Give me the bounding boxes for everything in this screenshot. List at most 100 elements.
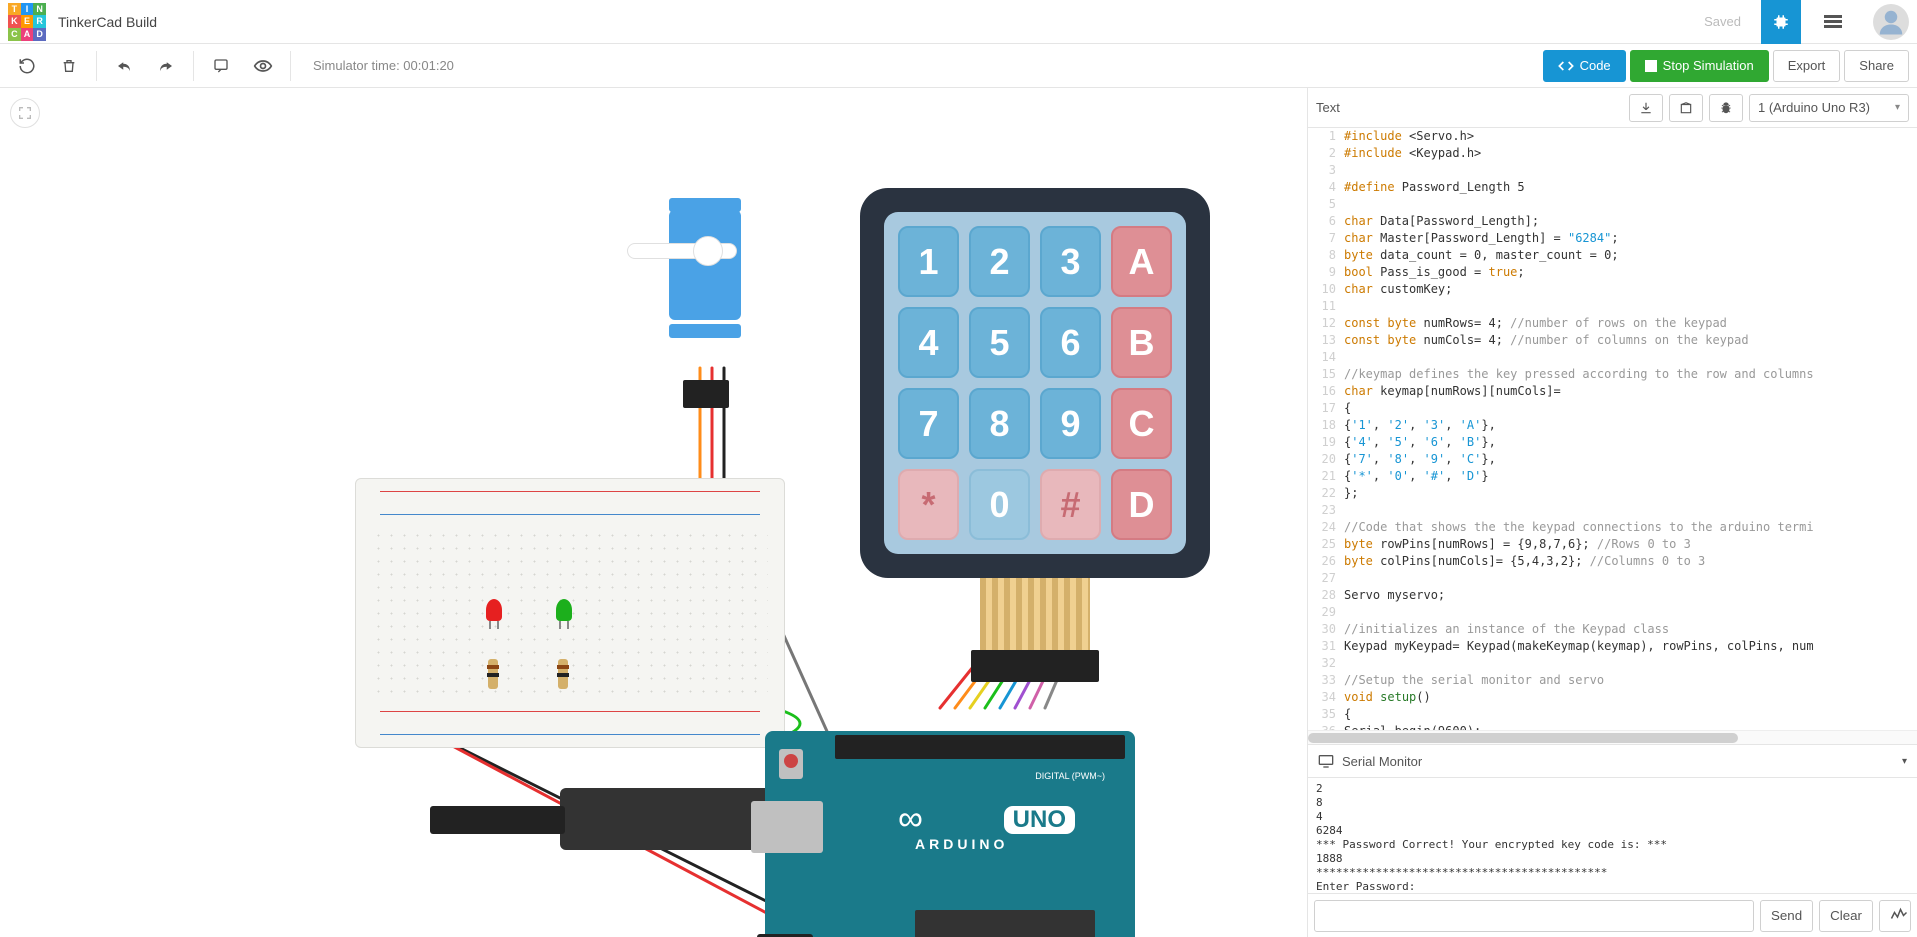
share-button[interactable]: Share xyxy=(1844,50,1909,82)
keypad-key-0[interactable]: 0 xyxy=(969,469,1030,540)
board-select[interactable]: 1 (Arduino Uno R3) xyxy=(1749,94,1909,122)
code-line[interactable]: 32 xyxy=(1308,655,1917,672)
keypad-4x4[interactable]: 123A 456B 789C *0#D xyxy=(860,188,1210,578)
code-line[interactable]: 16char keymap[numRows][numCols]= xyxy=(1308,383,1917,400)
saved-status: Saved xyxy=(1704,14,1741,29)
serial-clear-button[interactable]: Clear xyxy=(1819,900,1873,932)
serial-send-button[interactable]: Send xyxy=(1760,900,1813,932)
redo-icon xyxy=(157,59,175,73)
horizontal-scrollbar[interactable] xyxy=(1308,730,1917,744)
keypad-key-1[interactable]: 1 xyxy=(898,226,959,297)
code-line[interactable]: 2#include <Keypad.h> xyxy=(1308,145,1917,162)
zoom-to-fit-button[interactable] xyxy=(10,98,40,128)
code-line[interactable]: 31Keypad myKeypad= Keypad(makeKeymap(key… xyxy=(1308,638,1917,655)
person-icon xyxy=(1876,7,1906,37)
code-line[interactable]: 18{'1', '2', '3', 'A'}, xyxy=(1308,417,1917,434)
code-line[interactable]: 1#include <Servo.h> xyxy=(1308,128,1917,145)
keypad-key-5[interactable]: 5 xyxy=(969,307,1030,378)
code-line[interactable]: 36Serial.begin(9600); xyxy=(1308,723,1917,730)
code-line[interactable]: 21{'*', '0', '#', 'D'} xyxy=(1308,468,1917,485)
monitor-icon xyxy=(1318,754,1334,768)
code-line[interactable]: 9bool Pass_is_good = true; xyxy=(1308,264,1917,281)
code-line[interactable]: 25byte rowPins[numRows] = {9,8,7,6}; //R… xyxy=(1308,536,1917,553)
libraries-button[interactable] xyxy=(1669,94,1703,122)
keypad-key-#[interactable]: # xyxy=(1040,469,1101,540)
code-line[interactable]: 23 xyxy=(1308,502,1917,519)
code-editor[interactable]: 1#include <Servo.h>2#include <Keypad.h>3… xyxy=(1308,128,1917,730)
code-line[interactable]: 26byte colPins[numCols]= {5,4,3,2}; //Co… xyxy=(1308,553,1917,570)
code-line[interactable]: 13const byte numCols= 4; //number of col… xyxy=(1308,332,1917,349)
code-line[interactable]: 27 xyxy=(1308,570,1917,587)
code-line[interactable]: 19{'4', '5', '6', 'B'}, xyxy=(1308,434,1917,451)
code-line[interactable]: 4#define Password_Length 5 xyxy=(1308,179,1917,196)
code-line[interactable]: 17{ xyxy=(1308,400,1917,417)
keypad-key-2[interactable]: 2 xyxy=(969,226,1030,297)
graph-icon xyxy=(1890,907,1908,921)
keypad-key-9[interactable]: 9 xyxy=(1040,388,1101,459)
keypad-key-*[interactable]: * xyxy=(898,469,959,540)
code-line[interactable]: 22}; xyxy=(1308,485,1917,502)
keypad-key-3[interactable]: 3 xyxy=(1040,226,1101,297)
serial-monitor-header[interactable]: Serial Monitor ▾ xyxy=(1308,744,1917,778)
arduino-uno[interactable]: ∞ UNO ARDUINO DIGITAL (PWM~) POWER ANALO… xyxy=(765,731,1135,937)
project-title[interactable]: TinkerCad Build xyxy=(58,14,1692,30)
servo-connector xyxy=(683,380,729,408)
code-line[interactable]: 29 xyxy=(1308,604,1917,621)
keypad-key-A[interactable]: A xyxy=(1111,226,1172,297)
keypad-key-7[interactable]: 7 xyxy=(898,388,959,459)
redo-button[interactable] xyxy=(147,50,185,82)
microcontroller-chip xyxy=(915,910,1095,937)
reset-button[interactable] xyxy=(779,749,803,779)
code-line[interactable]: 8byte data_count = 0, master_count = 0; xyxy=(1308,247,1917,264)
code-line[interactable]: 24//Code that shows the the keypad conne… xyxy=(1308,519,1917,536)
code-line[interactable]: 5 xyxy=(1308,196,1917,213)
visibility-button[interactable] xyxy=(244,50,282,82)
code-line[interactable]: 34void setup() xyxy=(1308,689,1917,706)
code-line[interactable]: 10char customKey; xyxy=(1308,281,1917,298)
serial-graph-button[interactable] xyxy=(1879,900,1911,932)
servo-motor[interactable] xyxy=(655,188,755,348)
keypad-key-6[interactable]: 6 xyxy=(1040,307,1101,378)
usb-cable[interactable] xyxy=(560,788,780,850)
download-button[interactable] xyxy=(1629,94,1663,122)
code-line[interactable]: 20{'7', '8', '9', 'C'}, xyxy=(1308,451,1917,468)
annotation-button[interactable] xyxy=(202,50,240,82)
keypad-key-4[interactable]: 4 xyxy=(898,307,959,378)
user-avatar[interactable] xyxy=(1873,4,1909,40)
code-line[interactable]: 28Servo myservo; xyxy=(1308,587,1917,604)
code-button[interactable]: Code xyxy=(1543,50,1626,82)
code-line[interactable]: 3 xyxy=(1308,162,1917,179)
resistor-2[interactable] xyxy=(558,659,568,689)
red-led[interactable] xyxy=(486,599,502,621)
export-button[interactable]: Export xyxy=(1773,50,1841,82)
serial-input[interactable] xyxy=(1314,900,1754,932)
keypad-key-B[interactable]: B xyxy=(1111,307,1172,378)
keypad-key-C[interactable]: C xyxy=(1111,388,1172,459)
breadboard[interactable] xyxy=(355,478,785,748)
stop-simulation-button[interactable]: Stop Simulation xyxy=(1630,50,1769,82)
delete-button[interactable] xyxy=(50,50,88,82)
code-line[interactable]: 33//Setup the serial monitor and servo xyxy=(1308,672,1917,689)
keypad-key-D[interactable]: D xyxy=(1111,469,1172,540)
resistor-1[interactable] xyxy=(488,659,498,689)
code-line[interactable]: 12const byte numRows= 4; //number of row… xyxy=(1308,315,1917,332)
code-line[interactable]: 15//keymap defines the key pressed accor… xyxy=(1308,366,1917,383)
green-led[interactable] xyxy=(556,599,572,621)
debugger-button[interactable] xyxy=(1709,94,1743,122)
circuit-canvas[interactable]: 123A 456B 789C *0#D ∞ UNO ARDUINO DIGITAL (… xyxy=(0,88,1307,937)
code-mode-select[interactable]: Text xyxy=(1316,96,1623,119)
app-header: TINKERCAD TinkerCad Build Saved xyxy=(0,0,1917,44)
undo-button[interactable] xyxy=(105,50,143,82)
code-line[interactable]: 7char Master[Password_Length] = "6284"; xyxy=(1308,230,1917,247)
tinkercad-logo[interactable]: TINKERCAD xyxy=(8,3,46,41)
components-panel-button[interactable] xyxy=(1761,0,1801,44)
code-line[interactable]: 6char Data[Password_Length]; xyxy=(1308,213,1917,230)
list-view-button[interactable] xyxy=(1813,0,1853,44)
simulator-time: Simulator time: 00:01:20 xyxy=(313,58,454,73)
rotate-button[interactable] xyxy=(8,50,46,82)
code-line[interactable]: 14 xyxy=(1308,349,1917,366)
keypad-key-8[interactable]: 8 xyxy=(969,388,1030,459)
code-line[interactable]: 30//initializes an instance of the Keypa… xyxy=(1308,621,1917,638)
code-line[interactable]: 11 xyxy=(1308,298,1917,315)
code-line[interactable]: 35{ xyxy=(1308,706,1917,723)
